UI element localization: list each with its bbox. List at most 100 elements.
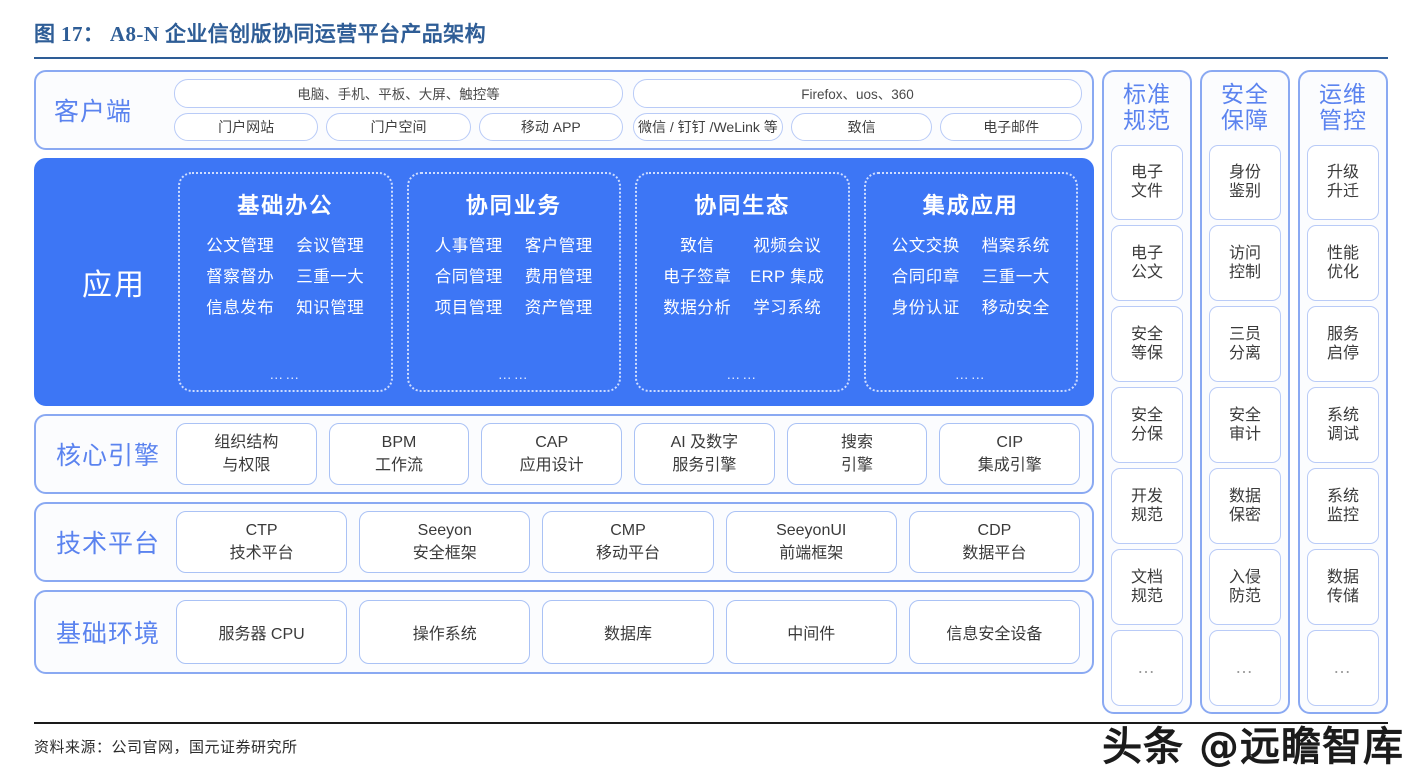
app-card-row: 数据分析 学习系统 (643, 294, 842, 318)
operations-item-data-storage[interactable]: 数据 传储 (1307, 549, 1379, 626)
app-item: 学习系统 (753, 299, 822, 317)
client-pill-portal-site[interactable]: 门户网站 (174, 112, 319, 141)
operations-item-system-monitor[interactable]: 系统 监控 (1307, 468, 1379, 545)
watermark: 头条 @远瞻智库 (1102, 724, 1404, 770)
client-browsers-banner: Firefox、uos、360 (633, 79, 1082, 108)
operations-item-system-debug[interactable]: 系统 调试 (1307, 387, 1379, 464)
client-pill-zhixin[interactable]: 致信 (790, 112, 933, 141)
engine-line1: AI 及数字 (670, 433, 739, 451)
client-group-devices: 电脑、手机、平板、大屏、触控等 门户网站 门户空间 移动 APP (174, 79, 623, 141)
client-browsers-pills: 微信 / 钉钉 /WeLink 等 致信 电子邮件 (633, 112, 1082, 141)
app-card-more: …… (497, 366, 530, 382)
platform-ctp[interactable]: CTP 技术平台 (176, 511, 348, 573)
platform-cmp[interactable]: CMP 移动平台 (542, 511, 714, 573)
standards-item-security-grade[interactable]: 安全 等保 (1111, 306, 1183, 383)
security-item-identity-auth[interactable]: 身份 鉴别 (1209, 144, 1281, 221)
app-item: 视频会议 (753, 237, 822, 255)
side-column-standards-title: 标准 规范 (1123, 81, 1171, 133)
base-environment-layer: 基础环境 服务器 CPU 操作系统 数据库 中间件 信息安全设备 (34, 590, 1094, 674)
base-item-operating-system[interactable]: 操作系统 (359, 600, 531, 664)
app-card-items: 公文管理 会议管理 督察督办 三重一大 信息发布 知识管理 (186, 232, 385, 318)
app-card-row: 督察督办 三重一大 (186, 263, 385, 287)
source-note: 资料来源：公司官网，国元证券研究所 (34, 740, 298, 756)
operations-item-more[interactable]: … (1307, 630, 1379, 706)
standards-item-more[interactable]: … (1111, 630, 1183, 706)
side-column-standards: 标准 规范 电子 文件 电子 公文 安全 等保 安全 分保 开发 规范 文档 规… (1102, 70, 1192, 714)
figure-header: 图 17： A8-N 企业信创版协同运营平台产品架构 (0, 0, 1422, 48)
app-card-items: 公文交换 档案系统 合同印章 三重一大 身份认证 移动安全 (872, 232, 1071, 318)
base-environment-items: 服务器 CPU 操作系统 数据库 中间件 信息安全设备 (176, 600, 1081, 664)
client-group-browsers: Firefox、uos、360 微信 / 钉钉 /WeLink 等 致信 电子邮… (633, 79, 1082, 141)
app-item: ERP 集成 (750, 268, 825, 286)
client-pill-im-apps[interactable]: 微信 / 钉钉 /WeLink 等 (633, 112, 783, 141)
engine-search[interactable]: 搜索 引擎 (786, 423, 928, 485)
page-title: 图 17： A8-N 企业信创版协同运营平台产品架构 (34, 22, 486, 46)
app-item: 合同管理 (434, 268, 503, 286)
engine-bpm-workflow[interactable]: BPM 工作流 (328, 423, 470, 485)
app-item: 知识管理 (296, 299, 365, 317)
security-item-three-member-separation[interactable]: 三员 分离 (1209, 306, 1281, 383)
engine-org-permission[interactable]: 组织结构 与权限 (176, 423, 317, 485)
base-item-middleware[interactable]: 中间件 (725, 600, 897, 664)
app-item: 资产管理 (524, 299, 593, 317)
diagram-main-column: 客户端 电脑、手机、平板、大屏、触控等 门户网站 门户空间 移动 APP Fir… (34, 70, 1094, 714)
app-card-title: 集成应用 (922, 193, 1019, 218)
client-pill-email[interactable]: 电子邮件 (940, 112, 1082, 141)
app-item: 公文管理 (206, 237, 275, 255)
security-item-access-control[interactable]: 访问 控制 (1209, 225, 1281, 302)
core-engine-layer: 核心引擎 组织结构 与权限 BPM 工作流 CAP 应用设计 AI 及数字 服务… (34, 414, 1094, 494)
platform-seeyon-security[interactable]: Seeyon 安全框架 (359, 511, 531, 573)
client-pill-portal-space[interactable]: 门户空间 (326, 112, 471, 141)
engine-line1: BPM (381, 433, 417, 451)
app-card-collab-business[interactable]: 协同业务 人事管理 客户管理 合同管理 费用管理 项目管理 资产管理 …… (406, 172, 621, 392)
app-card-row: 致信 视频会议 (643, 232, 842, 256)
app-item: 项目管理 (434, 299, 503, 317)
operations-item-performance-optimization[interactable]: 性能 优化 (1307, 225, 1379, 302)
security-item-intrusion-prevention[interactable]: 入侵 防范 (1209, 549, 1281, 626)
tech-platform-items: CTP 技术平台 Seeyon 安全框架 CMP 移动平台 SeeyonUI 前… (176, 511, 1081, 573)
app-card-collab-ecosystem[interactable]: 协同生态 致信 视频会议 电子签章 ERP 集成 数据分析 学习系统 …… (635, 172, 850, 392)
base-item-server-cpu[interactable]: 服务器 CPU (176, 600, 348, 664)
base-item-security-device[interactable]: 信息安全设备 (908, 600, 1081, 664)
app-item: 督察督办 (206, 268, 275, 286)
standards-item-development-spec[interactable]: 开发 规范 (1111, 468, 1183, 545)
platform-seeyonui[interactable]: SeeyonUI 前端框架 (725, 511, 897, 573)
side-columns: 标准 规范 电子 文件 电子 公文 安全 等保 安全 分保 开发 规范 文档 规… (1102, 70, 1388, 714)
standards-item-document-spec[interactable]: 文档 规范 (1111, 549, 1183, 626)
platform-line2: 移动平台 (596, 545, 661, 562)
security-item-data-confidentiality[interactable]: 数据 保密 (1209, 468, 1281, 545)
engine-line2: 服务引擎 (672, 457, 737, 474)
operations-item-upgrade-migration[interactable]: 升级 升迁 (1307, 144, 1379, 221)
app-card-row: 公文交换 档案系统 (872, 232, 1071, 256)
app-card-title: 协同生态 (694, 193, 791, 218)
client-layer-label: 客户端 (54, 98, 133, 126)
app-card-integrated-apps[interactable]: 集成应用 公文交换 档案系统 合同印章 三重一大 身份认证 移动安全 …… (863, 172, 1078, 392)
app-card-row: 信息发布 知识管理 (186, 294, 385, 318)
app-card-basic-office[interactable]: 基础办公 公文管理 会议管理 督察督办 三重一大 信息发布 知识管理 …… (178, 172, 393, 392)
app-card-row: 合同印章 三重一大 (872, 263, 1071, 287)
standards-item-electronic-document[interactable]: 电子 公文 (1111, 225, 1183, 302)
security-item-more[interactable]: … (1209, 630, 1281, 706)
client-groups: 电脑、手机、平板、大屏、触控等 门户网站 门户空间 移动 APP Firefox… (174, 79, 1082, 141)
client-devices-banner: 电脑、手机、平板、大屏、触控等 (174, 79, 623, 108)
platform-line1: SeeyonUI (776, 521, 847, 539)
client-devices-pills: 门户网站 门户空间 移动 APP (174, 112, 623, 141)
engine-cap-app-design[interactable]: CAP 应用设计 (481, 423, 623, 485)
standards-item-security-classified[interactable]: 安全 分保 (1111, 387, 1183, 464)
client-layer: 客户端 电脑、手机、平板、大屏、触控等 门户网站 门户空间 移动 APP Fir… (34, 70, 1094, 150)
side-column-security-title: 安全 保障 (1221, 81, 1269, 133)
platform-line2: 数据平台 (962, 545, 1027, 562)
base-item-database[interactable]: 数据库 (542, 600, 714, 664)
standards-item-electronic-file[interactable]: 电子 文件 (1111, 144, 1183, 221)
app-card-more: …… (726, 366, 759, 382)
app-item: 人事管理 (434, 237, 503, 255)
core-engine-items: 组织结构 与权限 BPM 工作流 CAP 应用设计 AI 及数字 服务引擎 搜索… (176, 423, 1081, 485)
operations-item-service-start-stop[interactable]: 服务 启停 (1307, 306, 1379, 383)
platform-line1: CMP (610, 521, 646, 539)
engine-cip-integration[interactable]: CIP 集成引擎 (939, 423, 1081, 485)
engine-ai-digital-service[interactable]: AI 及数字 服务引擎 (634, 423, 775, 485)
app-card-title: 协同业务 (465, 193, 562, 218)
client-pill-mobile-app[interactable]: 移动 APP (478, 112, 623, 141)
security-item-security-audit[interactable]: 安全 审计 (1209, 387, 1281, 464)
platform-cdp[interactable]: CDP 数据平台 (908, 511, 1081, 573)
